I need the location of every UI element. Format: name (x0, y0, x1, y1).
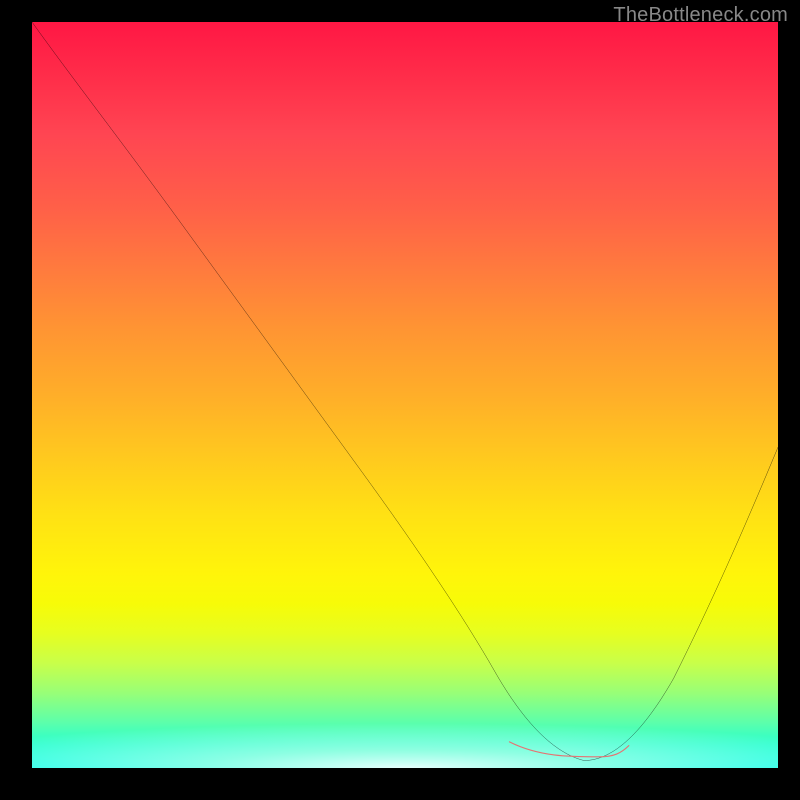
chart-svg (32, 22, 778, 768)
plot-area (32, 22, 778, 768)
optimal-range-highlight (509, 742, 628, 757)
bottleneck-curve (32, 22, 778, 761)
watermark-text: TheBottleneck.com (613, 4, 788, 27)
